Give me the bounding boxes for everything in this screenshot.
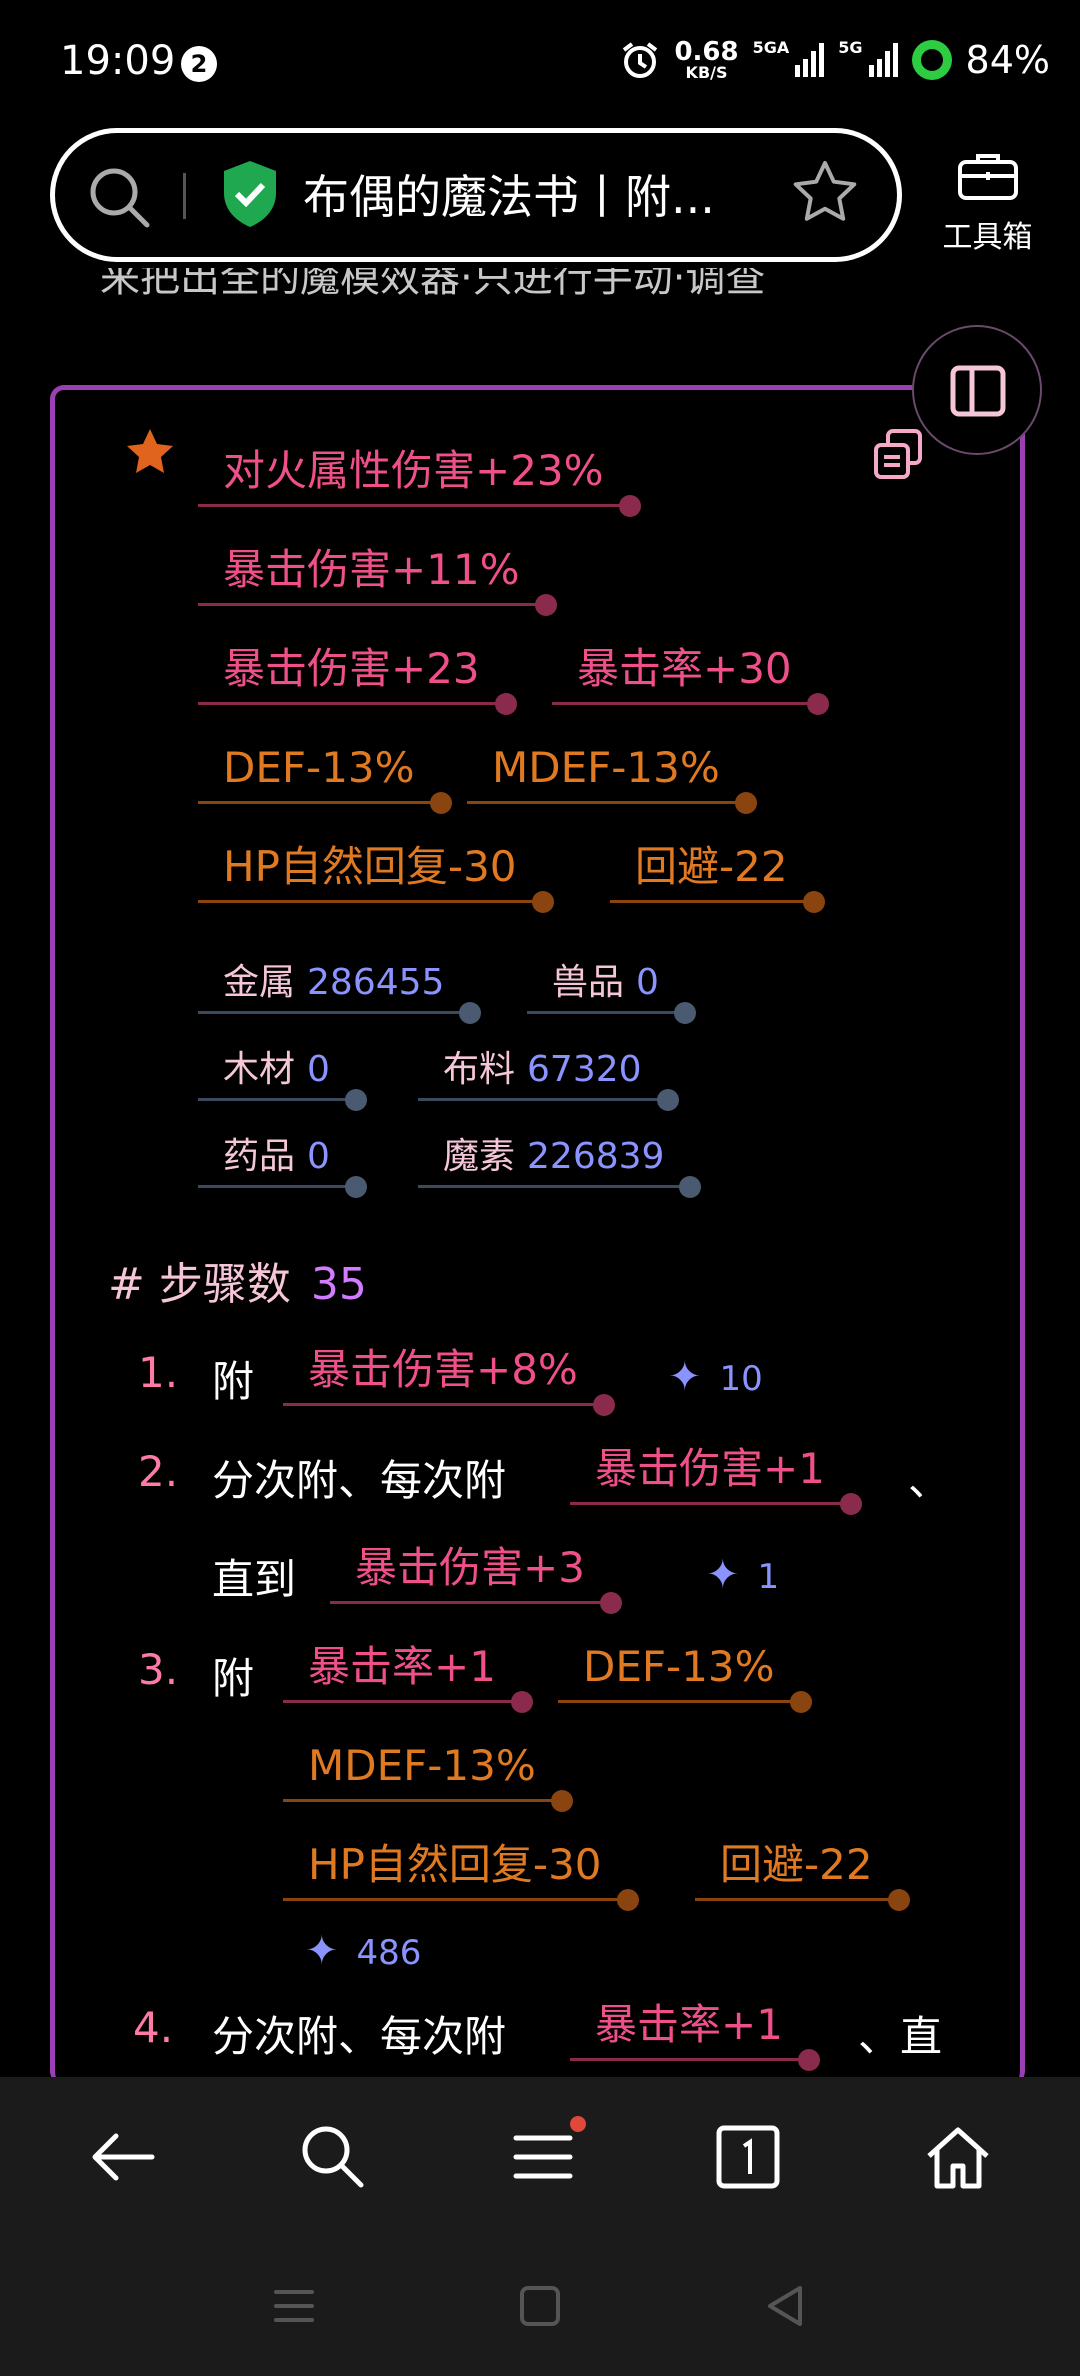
resource-cloth: 布料 67320 bbox=[418, 1045, 679, 1111]
notification-badge: 2 bbox=[181, 46, 217, 82]
net-type-2: 5G bbox=[838, 38, 863, 57]
step-tag[interactable]: 暴击率+1 bbox=[570, 1997, 820, 2071]
result-tag[interactable]: 对火属性伤害+23% bbox=[198, 443, 641, 517]
step-number: 3. bbox=[138, 1645, 179, 1694]
toolbox-icon bbox=[957, 154, 1018, 200]
result-tag[interactable]: 暴击伤害+23 bbox=[198, 641, 517, 715]
signal-icon bbox=[795, 43, 825, 77]
step-number: 2. bbox=[138, 1447, 179, 1496]
battery-level: 84% bbox=[965, 38, 1050, 82]
sparkle-icon: ✦ bbox=[706, 1552, 740, 1598]
bookmark-star-icon[interactable] bbox=[790, 157, 860, 227]
back-icon[interactable] bbox=[88, 2122, 158, 2192]
status-bar: 19:09 2 0.68 KB/S 5GA 5G 84% bbox=[0, 0, 1080, 120]
step-text: 附 bbox=[212, 1357, 255, 1406]
menu-button[interactable] bbox=[508, 2116, 586, 2192]
step-cost: ✦ 1 bbox=[706, 1552, 780, 1598]
sparkle-icon: ✦ bbox=[668, 1354, 702, 1400]
system-nav-bar bbox=[0, 2237, 1080, 2376]
step-text: 分次附、每次附 bbox=[212, 1456, 507, 1505]
toolbox-button[interactable]: 工具箱 bbox=[930, 150, 1045, 256]
step-number: 4. bbox=[133, 2003, 174, 2052]
alarm-icon bbox=[623, 42, 658, 78]
copy-icon[interactable] bbox=[872, 427, 926, 481]
favorite-star-icon[interactable] bbox=[122, 425, 178, 481]
result-tag[interactable]: HP自然回复-30 bbox=[198, 839, 554, 913]
shield-check-icon bbox=[224, 161, 276, 227]
resource-mana: 魔素 226839 bbox=[418, 1132, 702, 1198]
step-tag[interactable]: 暴击伤害+8% bbox=[283, 1342, 615, 1416]
step-text: 直到 bbox=[212, 1555, 297, 1604]
step-tag[interactable]: 暴击伤害+1 bbox=[570, 1441, 862, 1515]
result-tag[interactable]: 暴击率+30 bbox=[552, 641, 829, 715]
steps-header: # 步骤数 35 bbox=[108, 1259, 367, 1310]
step-number: 1. bbox=[138, 1348, 179, 1397]
back-nav-icon[interactable] bbox=[762, 2282, 810, 2330]
net-type-1: 5GA bbox=[752, 38, 790, 57]
step-text: 附 bbox=[212, 1654, 255, 1703]
resource-beast: 兽品 0 bbox=[527, 958, 696, 1024]
page-title[interactable]: 布偶的魔法书丨附... bbox=[303, 161, 763, 227]
step-tag[interactable]: 暴击伤害+3 bbox=[330, 1540, 622, 1614]
browser-nav-bar bbox=[0, 2077, 1080, 2237]
step-tag[interactable]: 回避-22 bbox=[695, 1837, 910, 1911]
panel-icon bbox=[950, 365, 1006, 417]
step-cost: ✦ 486 bbox=[305, 1928, 422, 1974]
step-text: 、直 bbox=[858, 2012, 943, 2061]
toolbox-label: 工具箱 bbox=[942, 220, 1033, 255]
result-tag[interactable]: MDEF-13% bbox=[467, 740, 757, 814]
step-tag[interactable]: DEF-13% bbox=[558, 1639, 812, 1713]
sidebar-toggle-button[interactable] bbox=[912, 325, 1042, 455]
step-text: 、 bbox=[908, 1456, 951, 1505]
step-tag[interactable]: 暴击率+1 bbox=[283, 1639, 533, 1713]
step-cost: ✦ 10 bbox=[668, 1354, 763, 1400]
result-tag[interactable]: 暴击伤害+11% bbox=[198, 542, 557, 616]
tabs-icon[interactable] bbox=[713, 2122, 783, 2192]
menu-icon bbox=[513, 2135, 573, 2179]
battery-icon bbox=[911, 40, 952, 80]
search-icon[interactable] bbox=[298, 2122, 368, 2192]
address-bar[interactable]: 布偶的魔法书丨附... bbox=[50, 128, 902, 262]
partial-text: 来把出全的魔模效器·只进行手动·调查 bbox=[100, 268, 766, 296]
sparkle-icon: ✦ bbox=[305, 1928, 339, 1974]
recent-apps-icon[interactable] bbox=[270, 2282, 318, 2330]
resource-metal: 金属 286455 bbox=[198, 958, 482, 1024]
home-icon[interactable] bbox=[923, 2122, 993, 2192]
resource-wood: 木材 0 bbox=[198, 1045, 367, 1111]
home-nav-icon[interactable] bbox=[516, 2282, 564, 2330]
divider bbox=[183, 173, 186, 219]
resource-medicine: 药品 0 bbox=[198, 1132, 367, 1198]
notification-dot bbox=[570, 2116, 586, 2132]
status-icons: 0.68 KB/S 5GA 5G 84% bbox=[620, 38, 1050, 82]
result-tag[interactable]: DEF-13% bbox=[198, 740, 452, 814]
status-time: 19:09 bbox=[60, 38, 176, 84]
result-tag[interactable]: 回避-22 bbox=[610, 839, 825, 913]
search-icon[interactable] bbox=[87, 165, 153, 231]
net-speed: 0.68 KB/S bbox=[674, 37, 739, 82]
step-tag[interactable]: HP自然回复-30 bbox=[283, 1837, 639, 1911]
step-text: 分次附、每次附 bbox=[212, 2012, 507, 2061]
signal-icon-2 bbox=[868, 43, 898, 77]
step-tag[interactable]: MDEF-13% bbox=[283, 1738, 573, 1812]
result-card bbox=[50, 385, 1025, 2085]
